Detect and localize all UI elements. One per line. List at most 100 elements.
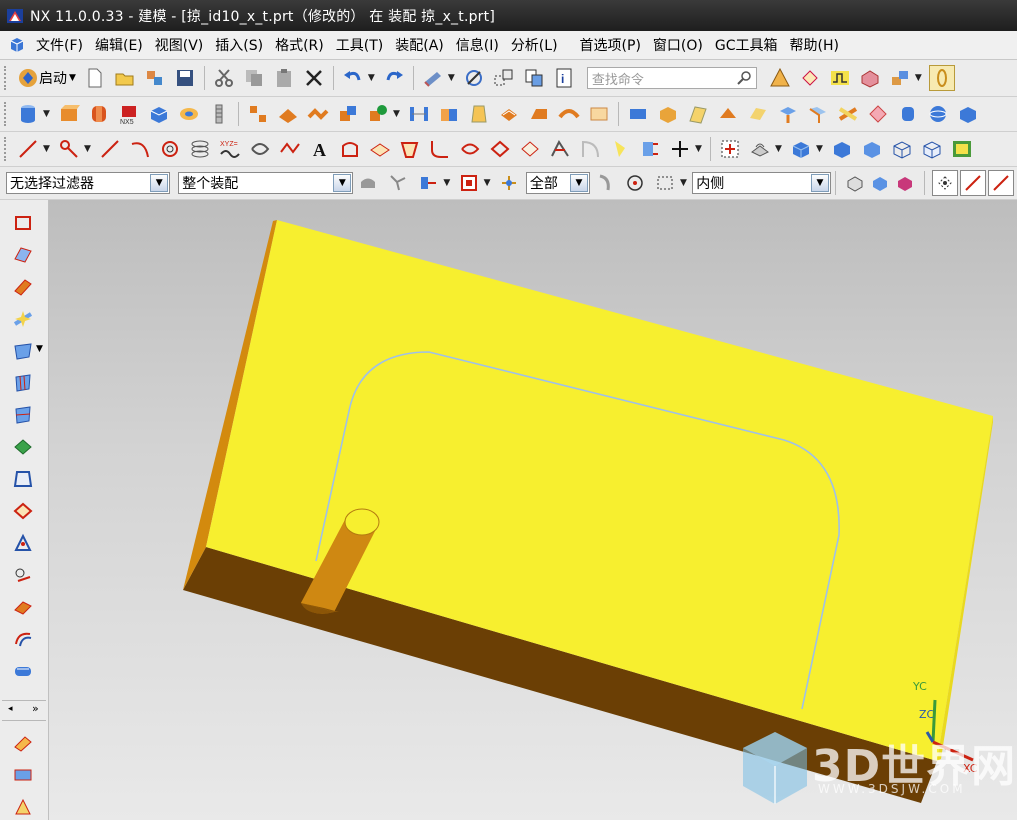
command-search-input[interactable]: 查找命令 [586,67,757,89]
revolve-icon[interactable] [87,102,111,126]
n-sided-icon[interactable] [836,102,860,126]
shell-icon[interactable] [336,102,360,126]
menu-insert[interactable]: 插入(S) [209,35,269,55]
hole-icon[interactable] [177,102,201,126]
class-selection-icon[interactable] [522,66,546,90]
menu-tools[interactable]: 工具(T) [330,35,389,55]
dimension-icon[interactable] [10,762,36,788]
rotate-view-icon[interactable] [748,137,772,161]
subtract-icon[interactable] [306,102,330,126]
cylinder-blue-icon[interactable] [896,102,920,126]
sew-icon[interactable] [587,102,611,126]
point-on-surface-icon[interactable] [10,562,36,588]
snap-line-icon[interactable] [960,170,986,196]
bridge-curve-icon[interactable] [398,137,422,161]
surface-icon[interactable] [626,102,650,126]
isoparametric-icon[interactable] [608,137,632,161]
studio-surface-icon[interactable] [806,102,830,126]
shaded-with-edges-icon[interactable] [830,137,854,161]
through-curves-icon[interactable] [716,102,740,126]
edit-object-icon[interactable] [462,66,486,90]
arc-icon[interactable] [128,137,152,161]
select-body-icon[interactable] [868,171,892,195]
fillet-icon[interactable] [557,102,581,126]
thread-icon[interactable] [207,102,231,126]
sketch-rect-icon[interactable] [10,210,36,236]
studio-view-icon[interactable] [950,137,974,161]
point-plus-icon[interactable] [668,137,692,161]
block-icon[interactable] [147,102,171,126]
menu-view[interactable]: 视图(V) [149,35,210,55]
menu-help[interactable]: 帮助(H) [784,35,845,55]
macro-record-icon[interactable] [928,65,955,91]
trim-curve-icon[interactable] [458,137,482,161]
redo-icon[interactable] [382,66,406,90]
navigator-dropdown-icon[interactable]: ▼ [915,73,923,83]
menu-window[interactable]: 窗口(O) [647,35,709,55]
snap-point-icon[interactable] [386,171,410,195]
ribbon-icon[interactable] [10,274,36,300]
flange-icon[interactable] [10,498,36,524]
nx-feature-icon[interactable]: NX5 [117,102,141,126]
select-region-icon[interactable] [492,66,516,90]
menu-file[interactable]: 文件(F) [30,35,89,55]
section-surface-icon[interactable] [10,626,36,652]
scroll-left-icon[interactable]: ◂ [8,704,13,714]
solid-box-icon[interactable] [656,102,680,126]
offset-curve-icon[interactable] [338,137,362,161]
green-mesh-icon[interactable] [10,434,36,460]
combine-icon[interactable] [276,102,300,126]
menu-assembly[interactable]: 装配(A) [389,35,450,55]
repeat-dropdown-icon[interactable]: ▼ [448,73,456,83]
select-path-icon[interactable] [593,171,617,195]
face-offset-icon[interactable] [407,102,431,126]
snap-midpoint-icon[interactable] [988,170,1014,196]
overflow-icon[interactable]: » [32,702,39,715]
signal-icon[interactable] [828,66,852,90]
polyline-icon[interactable] [98,137,122,161]
arc-circle-icon[interactable] [57,137,81,161]
select-component-icon[interactable] [893,171,917,195]
spark-icon[interactable] [10,306,36,332]
chevron-down-icon[interactable]: ▼ [150,174,169,192]
menu-gc-toolbox[interactable]: GC工具箱 [709,35,784,55]
grid-surface2-icon[interactable] [10,402,36,428]
line-icon[interactable] [16,137,40,161]
assembly-navigator-icon[interactable] [888,66,912,90]
surface-patch-icon[interactable] [10,338,36,364]
menu-info[interactable]: 信息(I) [450,35,505,55]
edge-blend-icon[interactable] [497,102,521,126]
layer-select[interactable]: 全部 ▼ [525,172,590,194]
graphics-window[interactable] [49,200,1017,820]
layer-icon[interactable] [497,171,521,195]
ruled-icon[interactable] [686,102,710,126]
extrude-icon[interactable] [57,102,81,126]
menu-preferences[interactable]: 首选项(P) [574,35,647,55]
copy-icon[interactable] [242,66,266,90]
spiral-icon[interactable] [188,137,212,161]
hidden-edges-icon[interactable] [920,137,944,161]
render-wire-icon[interactable] [798,66,822,90]
extract-curve-icon[interactable] [488,137,512,161]
chevron-down-icon[interactable]: ▼ [811,174,829,192]
undo-icon[interactable] [341,66,365,90]
note-icon[interactable] [10,730,36,756]
text-icon[interactable]: A [308,137,332,161]
bounded-plane-icon[interactable] [776,102,800,126]
general-conic-icon[interactable] [248,137,272,161]
offset-in-face-icon[interactable] [368,137,392,161]
toolbar-grip[interactable] [4,137,10,161]
mesh-surface-icon[interactable] [10,242,36,268]
open-folder-icon[interactable] [113,66,137,90]
grid-surface-icon[interactable] [10,370,36,396]
repeat-command-icon[interactable] [421,66,445,90]
part-navigator-icon[interactable] [858,66,882,90]
save-icon[interactable] [173,66,197,90]
paste-icon[interactable] [272,66,296,90]
combined-curve-icon[interactable] [548,137,572,161]
join-curve-icon[interactable] [638,137,662,161]
helix-icon[interactable] [158,137,182,161]
fill-surface-icon[interactable] [10,466,36,492]
menu-analysis[interactable]: 分析(L) [505,35,564,55]
fillet-curve-icon[interactable] [428,137,452,161]
